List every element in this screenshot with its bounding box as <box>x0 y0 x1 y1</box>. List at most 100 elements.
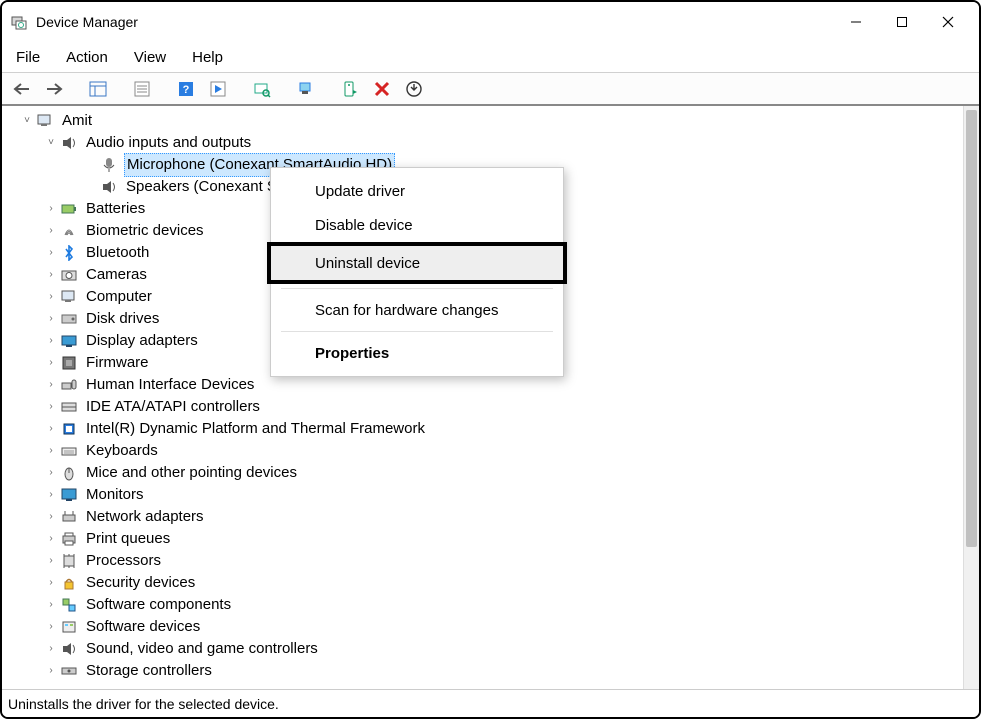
help-button[interactable]: ? <box>172 76 200 102</box>
expand-icon[interactable]: › <box>44 246 58 260</box>
collapse-icon[interactable]: ˅ <box>44 136 58 150</box>
ctx-disable-device[interactable]: Disable device <box>271 208 563 242</box>
expand-icon[interactable]: › <box>44 554 58 568</box>
tree-intel-dynamic[interactable]: › Intel(R) Dynamic Platform and Thermal … <box>4 418 963 440</box>
expand-icon[interactable]: › <box>44 532 58 546</box>
expand-icon[interactable]: › <box>44 422 58 436</box>
ctx-uninstall-device[interactable]: Uninstall device <box>271 246 563 280</box>
computer-icon <box>60 288 78 306</box>
scrollbar-thumb[interactable] <box>966 110 977 547</box>
update-driver-button[interactable] <box>292 76 320 102</box>
app-icon <box>10 13 28 31</box>
show-hide-tree-button[interactable] <box>84 76 112 102</box>
speaker-icon <box>60 134 78 152</box>
tree-label: Bluetooth <box>84 242 151 264</box>
tree-root[interactable]: ˅ Amit <box>4 110 963 132</box>
expand-icon[interactable]: › <box>44 356 58 370</box>
expand-icon[interactable]: › <box>44 488 58 502</box>
tree-label: Batteries <box>84 198 147 220</box>
expand-icon[interactable]: › <box>44 664 58 678</box>
expand-icon[interactable]: › <box>44 378 58 392</box>
tree-label: Software components <box>84 594 233 616</box>
expand-icon[interactable]: › <box>44 312 58 326</box>
speaker-icon <box>60 640 78 658</box>
tree-label: Computer <box>84 286 154 308</box>
tree-label: Mice and other pointing devices <box>84 462 299 484</box>
ctx-properties[interactable]: Properties <box>271 336 563 370</box>
tree-print-queues[interactable]: › Print queues <box>4 528 963 550</box>
disk-icon <box>60 310 78 328</box>
expand-icon[interactable]: › <box>44 224 58 238</box>
maximize-button[interactable] <box>879 6 925 38</box>
tree-label: Security devices <box>84 572 197 594</box>
tree-software-devices[interactable]: › Software devices <box>4 616 963 638</box>
tree-label: Disk drives <box>84 308 161 330</box>
menu-bar: File Action View Help <box>2 42 979 72</box>
scan-hardware-button[interactable] <box>248 76 276 102</box>
status-text: Uninstalls the driver for the selected d… <box>8 696 279 712</box>
hid-icon <box>60 376 78 394</box>
tree-mice[interactable]: › Mice and other pointing devices <box>4 462 963 484</box>
expand-icon[interactable]: › <box>44 598 58 612</box>
menu-help[interactable]: Help <box>188 47 227 68</box>
uninstall-device-button[interactable] <box>400 76 428 102</box>
title-bar: Device Manager <box>2 2 979 42</box>
tree-label: Processors <box>84 550 163 572</box>
tree-hid[interactable]: › Human Interface Devices <box>4 374 963 396</box>
tree-label: Human Interface Devices <box>84 374 256 396</box>
expand-icon[interactable]: › <box>44 400 58 414</box>
expand-icon[interactable]: › <box>44 290 58 304</box>
expand-icon[interactable]: › <box>44 202 58 216</box>
software-device-icon <box>60 618 78 636</box>
expand-icon[interactable]: › <box>44 620 58 634</box>
tree-label: IDE ATA/ATAPI controllers <box>84 396 262 418</box>
monitor-icon <box>60 486 78 504</box>
tree-software-components[interactable]: › Software components <box>4 594 963 616</box>
close-button[interactable] <box>925 6 971 38</box>
menu-action[interactable]: Action <box>62 47 112 68</box>
tree-network[interactable]: › Network adapters <box>4 506 963 528</box>
expand-icon[interactable]: › <box>44 510 58 524</box>
expand-icon[interactable]: › <box>44 334 58 348</box>
expand-icon[interactable]: › <box>44 642 58 656</box>
processor-icon <box>60 552 78 570</box>
collapse-icon[interactable]: ˅ <box>20 114 34 128</box>
ctx-update-driver[interactable]: Update driver <box>271 174 563 208</box>
vertical-scrollbar[interactable] <box>963 106 979 689</box>
tree-monitors[interactable]: › Monitors <box>4 484 963 506</box>
tree-storage[interactable]: › Storage controllers <box>4 660 963 682</box>
tree-security[interactable]: › Security devices <box>4 572 963 594</box>
ctx-separator <box>281 288 553 289</box>
speaker-icon <box>100 178 118 196</box>
tree-audio-category[interactable]: ˅ Audio inputs and outputs <box>4 132 963 154</box>
expand-icon[interactable]: › <box>44 466 58 480</box>
tree-label: Sound, video and game controllers <box>84 638 320 660</box>
disable-device-button[interactable] <box>368 76 396 102</box>
expand-icon[interactable]: › <box>44 576 58 590</box>
storage-icon <box>60 662 78 680</box>
menu-view[interactable]: View <box>130 47 170 68</box>
tree-keyboards[interactable]: › Keyboards <box>4 440 963 462</box>
tree-label: Display adapters <box>84 330 200 352</box>
tree-label: Biometric devices <box>84 220 206 242</box>
action-button[interactable] <box>204 76 232 102</box>
tree-processors[interactable]: › Processors <box>4 550 963 572</box>
tree-sound-video[interactable]: › Sound, video and game controllers <box>4 638 963 660</box>
tree-label: Keyboards <box>84 440 160 462</box>
tree-ide[interactable]: › IDE ATA/ATAPI controllers <box>4 396 963 418</box>
ctx-scan-hardware[interactable]: Scan for hardware changes <box>271 293 563 327</box>
expand-icon[interactable]: › <box>44 444 58 458</box>
printer-icon <box>60 530 78 548</box>
toolbar: ? <box>2 72 979 106</box>
properties-button[interactable] <box>128 76 156 102</box>
status-bar: Uninstalls the driver for the selected d… <box>2 689 979 717</box>
battery-icon <box>60 200 78 218</box>
minimize-button[interactable] <box>833 6 879 38</box>
expand-icon[interactable]: › <box>44 268 58 282</box>
enable-device-button[interactable] <box>336 76 364 102</box>
back-button[interactable] <box>8 76 36 102</box>
menu-file[interactable]: File <box>12 47 44 68</box>
forward-button[interactable] <box>40 76 68 102</box>
tree-label: Software devices <box>84 616 202 638</box>
svg-text:?: ? <box>183 84 190 96</box>
